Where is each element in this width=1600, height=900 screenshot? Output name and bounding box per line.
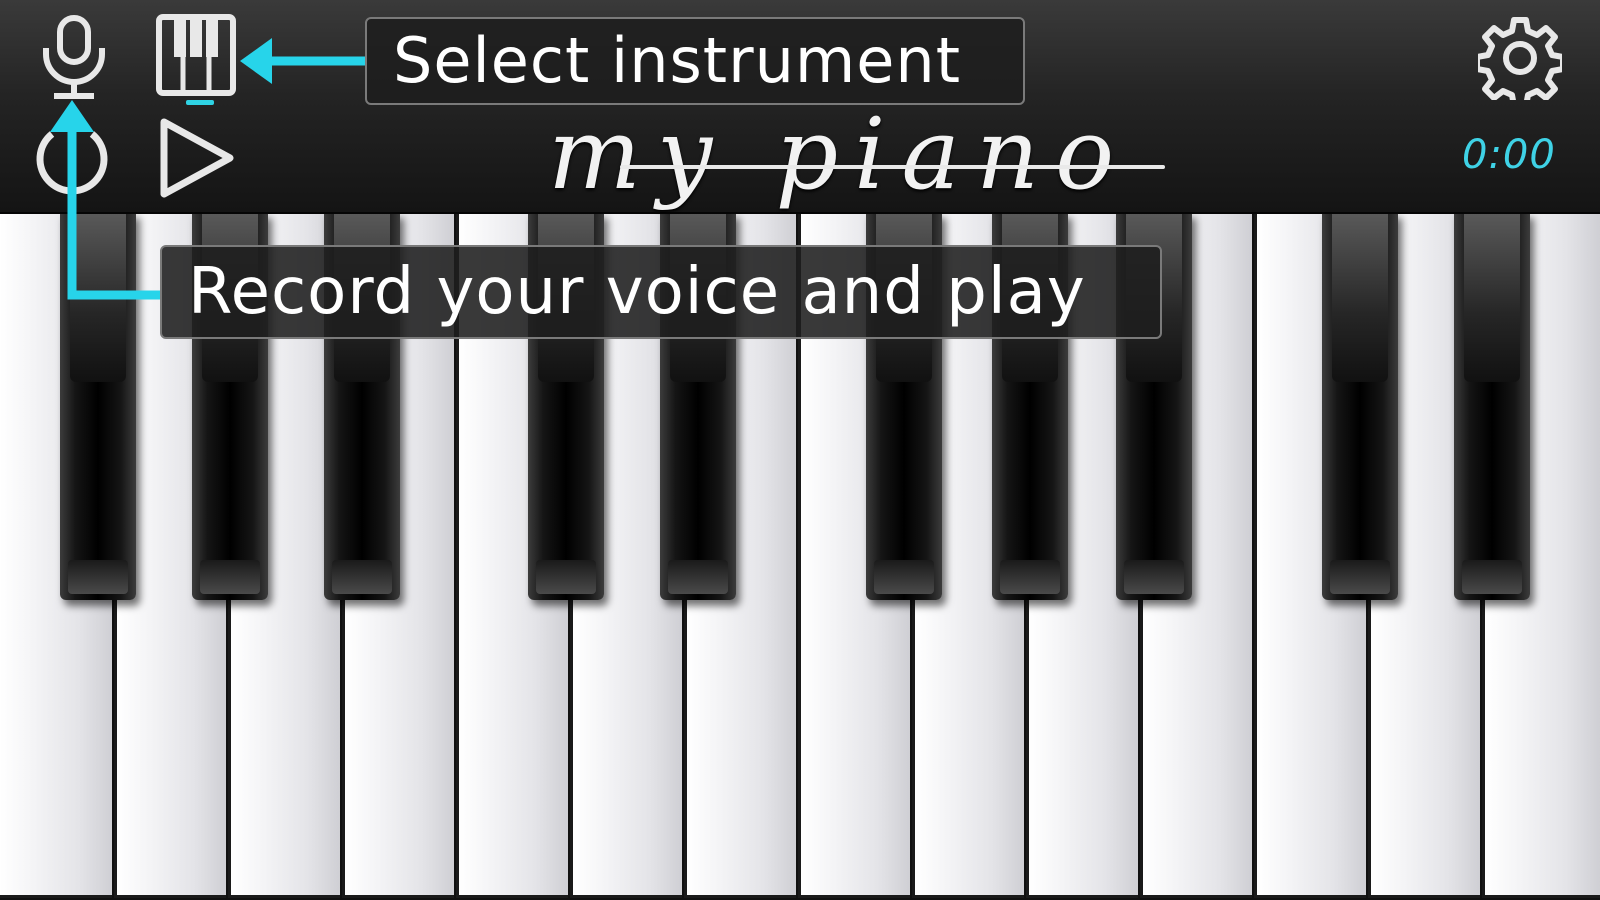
microphone-icon	[36, 14, 112, 100]
black-key[interactable]	[1322, 212, 1398, 600]
gear-icon	[1478, 16, 1562, 100]
tooltip-select-instrument: Select instrument	[365, 17, 1025, 105]
record-button[interactable]	[30, 116, 114, 200]
app-logo: my piano	[548, 98, 1131, 212]
play-button[interactable]	[158, 116, 238, 200]
recording-timer: 0:00	[1462, 132, 1556, 178]
black-key[interactable]	[1454, 212, 1530, 600]
instrument-selected-indicator	[186, 100, 214, 105]
record-power-icon	[30, 116, 114, 200]
instrument-button[interactable]	[156, 14, 236, 98]
tooltip-record-voice: Record your voice and play	[160, 245, 1162, 339]
settings-button[interactable]	[1478, 16, 1562, 100]
logo-underline	[620, 165, 1165, 169]
microphone-button[interactable]	[36, 14, 112, 100]
play-icon	[158, 116, 238, 200]
black-key[interactable]	[60, 212, 136, 600]
piano-keys-icon	[156, 14, 236, 98]
